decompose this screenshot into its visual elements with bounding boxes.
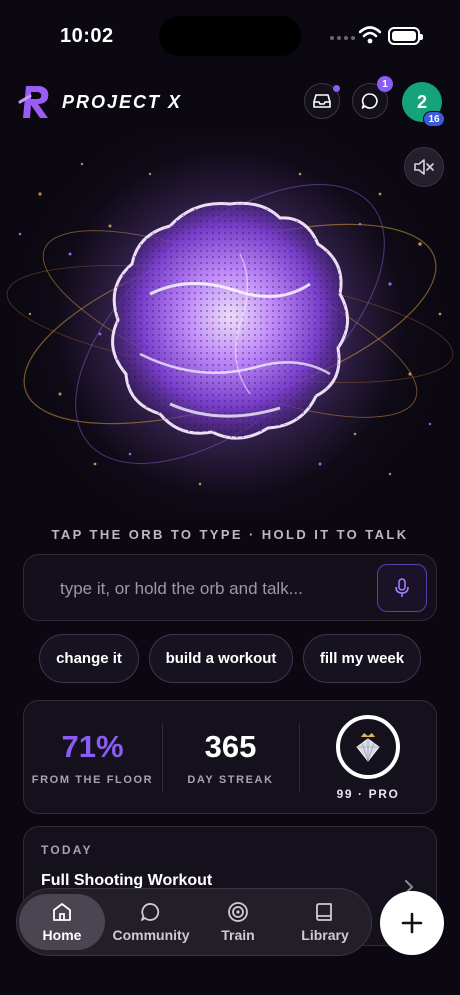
streak-value: 365 <box>204 729 257 764</box>
floor-label: FROM THE FLOOR <box>31 774 154 786</box>
floor-percentage: 71% <box>61 729 124 764</box>
tab-library[interactable]: Library <box>281 894 369 950</box>
tab-train[interactable]: Train <box>197 894 279 950</box>
prompt-composer <box>23 554 437 622</box>
home-icon <box>53 903 71 921</box>
plus-icon <box>401 912 423 934</box>
inbox-unread-dot <box>333 85 340 92</box>
chip-build-workout[interactable]: build a workout <box>149 634 293 683</box>
rank-badge[interactable] <box>336 715 400 779</box>
orb-hint-text: TAP THE ORB TO TYPE · HOLD IT TO TALK <box>51 527 409 542</box>
inbox-button[interactable] <box>304 83 340 119</box>
bottom-tab-bar: Home Community Train Library <box>16 888 372 956</box>
app-header: PROJECT X 1 2 16 <box>0 76 460 132</box>
target-icon <box>228 902 248 922</box>
orb-visual <box>6 149 454 499</box>
rank-label: 99 · PRO <box>336 787 400 801</box>
diamond-crown-icon <box>356 733 380 763</box>
status-time: 10:02 <box>60 25 114 47</box>
chat-bubble-icon <box>141 903 160 921</box>
chip-change-it[interactable]: change it <box>39 634 139 683</box>
tab-home-label: Home <box>42 927 82 943</box>
mic-button[interactable] <box>377 564 427 612</box>
inbox-icon <box>313 94 331 108</box>
signal-icon <box>330 36 355 40</box>
battery-icon <box>388 27 423 45</box>
avatar-level-badge: 16 <box>423 111 445 127</box>
status-bar: 10:02 <box>0 0 460 72</box>
add-button[interactable] <box>380 891 444 955</box>
tab-train-label: Train <box>221 927 255 943</box>
dynamic-island <box>159 16 301 56</box>
wifi-icon <box>359 26 381 44</box>
stats-divider <box>299 723 300 793</box>
chip-fill-my-week[interactable]: fill my week <box>303 634 421 683</box>
today-label: TODAY <box>41 843 93 857</box>
project-x-logo-icon <box>18 86 49 118</box>
book-icon <box>316 903 332 921</box>
streak-label: DAY STREAK <box>187 774 274 786</box>
tab-community[interactable]: Community <box>107 894 195 950</box>
stats-card[interactable]: 71% FROM THE FLOOR 365 DAY STREAK 99 · P… <box>23 700 437 814</box>
prompt-input[interactable] <box>42 555 372 622</box>
mute-toggle-button[interactable] <box>404 147 444 187</box>
messages-button[interactable]: 1 <box>352 76 393 119</box>
speaker-muted-icon <box>414 159 434 175</box>
tab-community-label: Community <box>112 927 190 943</box>
tab-library-label: Library <box>301 927 349 943</box>
brand-title: PROJECT X <box>62 92 183 112</box>
avatar-level: 2 <box>416 91 427 112</box>
microphone-icon <box>395 578 409 597</box>
chat-bubble-icon <box>361 93 378 109</box>
tab-home[interactable]: Home <box>19 894 105 950</box>
profile-avatar[interactable]: 2 16 <box>402 82 445 127</box>
voice-orb[interactable] <box>0 134 460 514</box>
messages-count-badge: 1 <box>377 76 393 92</box>
